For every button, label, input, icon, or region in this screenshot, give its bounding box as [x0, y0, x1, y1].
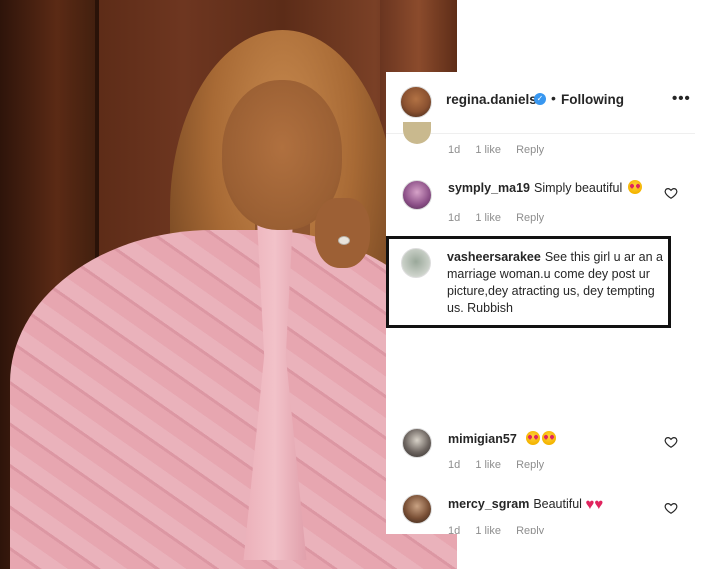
comment-item: symply_ma19 Simply beautiful — [448, 180, 658, 197]
ring — [338, 236, 350, 245]
reply-button[interactable]: Reply — [516, 144, 544, 156]
avatar[interactable] — [402, 180, 432, 210]
red-heart-emoji-icon: ♥ — [585, 496, 595, 513]
avatar[interactable] — [402, 494, 432, 524]
comment-likes[interactable]: 1 like — [475, 144, 501, 156]
star-struck-emoji-icon — [542, 431, 557, 445]
post-header: regina.daniels ✓ • Following ••• — [386, 72, 695, 134]
comment-likes[interactable]: 1 like — [475, 459, 501, 471]
star-struck-emoji-icon — [526, 431, 541, 445]
avatar[interactable] — [401, 248, 431, 278]
comment-time: 1d — [448, 212, 461, 224]
star-struck-emoji-icon — [627, 180, 642, 194]
reply-button[interactable]: Reply — [516, 212, 544, 224]
avatar[interactable] — [400, 86, 432, 118]
highlighted-comment-box: vasheersarakee See this girl u ar an a ma… — [386, 236, 671, 328]
red-heart-emoji-icon: ♥ — [594, 496, 604, 513]
comment-item: mercy_sgram Beautiful ♥♥ — [448, 496, 658, 513]
comment-meta: 1d 1 like Reply — [448, 459, 556, 471]
like-heart-icon[interactable] — [664, 186, 678, 200]
following-button[interactable]: Following — [561, 92, 624, 107]
comment-item: mimigian57 — [448, 431, 658, 448]
comment-time: 1d — [448, 144, 461, 156]
verified-badge-icon: ✓ — [534, 93, 546, 105]
comment-likes[interactable]: 1 like — [475, 525, 501, 534]
reply-button[interactable]: Reply — [516, 525, 544, 534]
post-username[interactable]: regina.daniels — [446, 92, 537, 107]
separator-dot: • — [551, 90, 556, 106]
comment-meta: 1d 1 like Reply — [448, 212, 556, 224]
comment-list: 1d 1 like Reply symply_ma19 Simply beauti… — [386, 122, 695, 534]
more-options-icon[interactable]: ••• — [672, 90, 691, 107]
comment-time: 1d — [448, 525, 461, 534]
like-heart-icon[interactable] — [664, 501, 678, 515]
comment-username[interactable]: mercy_sgram — [448, 497, 529, 511]
comment-likes[interactable]: 1 like — [475, 212, 501, 224]
comment-text: Beautiful — [533, 497, 582, 511]
reply-button[interactable]: Reply — [516, 459, 544, 471]
like-heart-icon[interactable] — [664, 435, 678, 449]
comment-meta: 1d 1 like Reply — [448, 525, 556, 534]
hand — [315, 198, 370, 268]
comment-username[interactable]: vasheersarakee — [447, 250, 541, 264]
avatar[interactable] — [402, 428, 432, 458]
comment-time: 1d — [448, 459, 461, 471]
partial-avatar — [403, 122, 431, 144]
comment-username[interactable]: symply_ma19 — [448, 181, 530, 195]
comment-text: Simply beautiful — [534, 181, 623, 195]
comment-meta: 1d 1 like Reply — [448, 144, 556, 156]
comment-item: vasheersarakee See this girl u ar an a ma… — [447, 249, 667, 317]
comment-username[interactable]: mimigian57 — [448, 432, 517, 446]
